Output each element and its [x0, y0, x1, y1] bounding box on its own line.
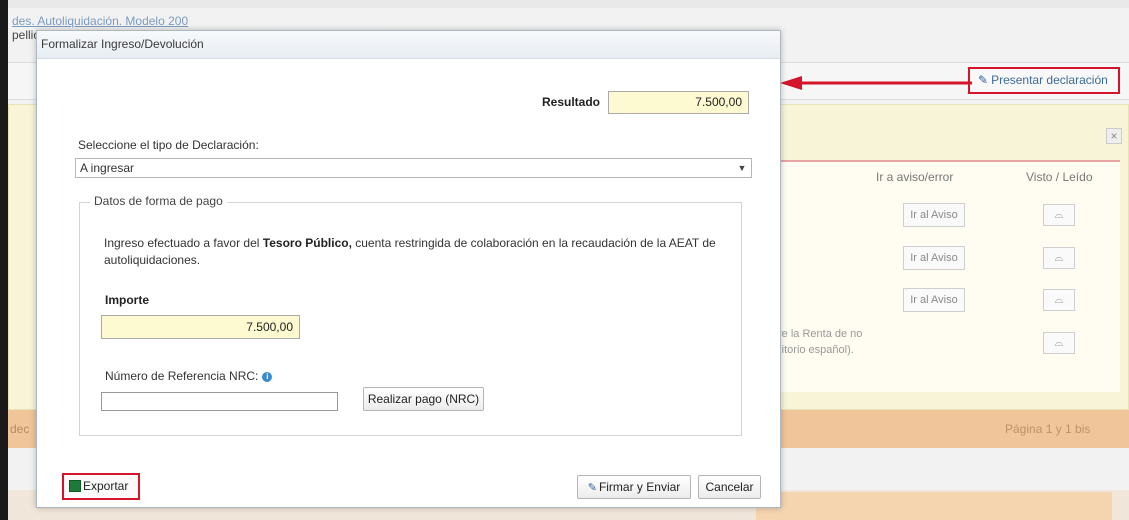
formalizar-ingreso-dialog: Formalizar Ingreso/Devolución Resultado … — [36, 30, 781, 508]
note-line: ritorio español). — [778, 344, 854, 356]
column-header-ir-aviso: Ir a aviso/error — [876, 170, 954, 184]
dialog-title: Formalizar Ingreso/Devolución — [37, 31, 780, 59]
ir-al-aviso-button[interactable]: Ir al Aviso — [903, 288, 965, 312]
left-edge-bar — [0, 0, 8, 520]
ingreso-info-text: Ingreso efectuado a favor del Tesoro Púb… — [104, 235, 724, 269]
pagination-label: Página 1 y 1 bis — [1005, 422, 1091, 436]
visto-eye-icon[interactable]: ⌓ — [1043, 247, 1075, 269]
presentar-declaracion-label: Presentar declaración — [991, 73, 1108, 87]
cancelar-button[interactable]: Cancelar — [698, 475, 761, 499]
forma-pago-legend: Datos de forma de pago — [90, 194, 227, 208]
tipo-declaracion-select[interactable]: A ingresar ▼ — [75, 158, 752, 178]
nrc-input[interactable] — [101, 392, 338, 411]
firmar-enviar-button[interactable]: ✎ Firmar y Enviar — [577, 475, 691, 499]
nrc-label-text: Número de Referencia NRC: — [105, 369, 259, 383]
footer-fragment: dec — [10, 422, 30, 436]
exportar-label: Exportar — [83, 479, 129, 493]
info-prefix: Ingreso efectuado a favor del — [104, 236, 260, 250]
realizar-pago-button[interactable]: Realizar pago (NRC) — [363, 387, 484, 411]
background-note-text: re la Renta de no ritorio español). — [778, 326, 862, 358]
tipo-declaracion-label: Seleccione el tipo de Declaración: — [78, 138, 259, 152]
resultado-label: Resultado — [542, 95, 601, 109]
chevron-down-icon[interactable]: ▼ — [733, 159, 751, 177]
visto-eye-icon[interactable]: ⌓ — [1043, 204, 1075, 226]
ir-al-aviso-button[interactable]: Ir al Aviso — [903, 246, 965, 270]
annotation-arrow — [780, 76, 972, 90]
importe-label: Importe — [105, 293, 150, 307]
bottom-strip-accent — [756, 492, 1112, 520]
excel-icon — [69, 479, 81, 492]
close-icon[interactable]: × — [1106, 128, 1122, 144]
firmar-enviar-label: Firmar y Enviar — [598, 480, 681, 494]
visto-eye-icon[interactable]: ⌓ — [1043, 332, 1075, 354]
exportar-button[interactable]: Exportar — [62, 473, 140, 500]
visto-eye-icon[interactable]: ⌓ — [1043, 289, 1075, 311]
ir-al-aviso-button[interactable]: Ir al Aviso — [903, 203, 965, 227]
sign-icon: ✎ — [587, 482, 597, 494]
presentar-declaracion-button[interactable]: ✎ Presentar declaración — [968, 67, 1120, 94]
note-line: re la Renta de no — [778, 328, 863, 340]
sign-icon: ✎ — [978, 73, 989, 87]
breadcrumb-link[interactable]: des. Autoliquidación. Modelo 200 — [12, 14, 188, 28]
info-icon[interactable]: i — [262, 371, 273, 382]
resultado-field: 7.500,00 — [608, 91, 749, 114]
column-header-visto: Visto / Leído — [1026, 170, 1093, 184]
importe-field[interactable]: 7.500,00 — [101, 315, 300, 339]
info-bold: Tesoro Público, — [262, 236, 352, 250]
tipo-declaracion-value: A ingresar — [80, 161, 135, 175]
nrc-label: Número de Referencia NRC: i — [105, 369, 273, 383]
